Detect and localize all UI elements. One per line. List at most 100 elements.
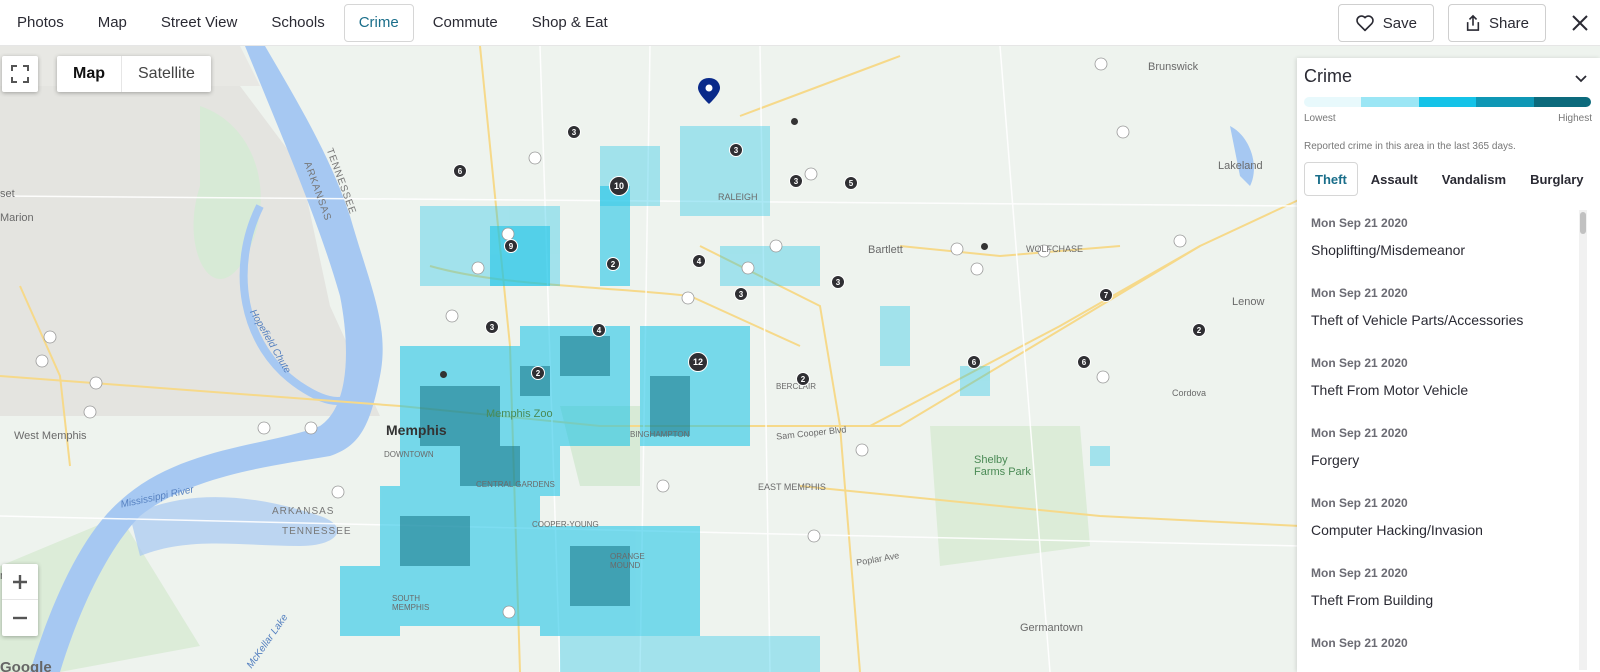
incident-item[interactable]: Mon Sep 21 2020 Theft From Building [1297,556,1600,626]
fullscreen-icon [11,65,29,83]
filter-tab-assault[interactable]: Assault [1360,162,1429,196]
label-raleigh: RALEIGH [718,192,758,202]
crime-count-marker[interactable]: 2 [796,372,810,386]
label-memphis: Memphis [386,422,447,438]
filter-tab-burglary[interactable]: Burglary [1519,162,1594,196]
crime-count-marker[interactable]: 12 [688,352,708,372]
incident-type: Computer Hacking/Invasion [1311,522,1483,538]
scrollbar-thumb[interactable] [1580,212,1586,234]
crime-filter-tabs: Theft Assault Vandalism Burglary [1304,162,1597,196]
save-button[interactable]: Save [1337,4,1434,42]
crime-count-marker[interactable]: 6 [453,164,467,178]
incident-item[interactable]: Mon Sep 21 2020 Shoplifting/Misdemeanor [1297,206,1600,276]
tab-schools[interactable]: Schools [256,4,339,42]
label-marion: Marion [0,212,34,224]
incident-type: Theft From Building [1311,592,1434,608]
incident-date: Mon Sep 21 2020 [1311,286,1408,300]
crime-count-marker[interactable]: 4 [592,323,606,337]
heart-icon [1355,15,1374,32]
zoom-in-button[interactable] [2,564,38,600]
label-lenow: Lenow [1232,296,1265,308]
zoom-out-button[interactable] [2,600,38,636]
label-brunswick: Brunswick [1148,61,1199,73]
crime-count-marker[interactable]: 3 [485,320,499,334]
incident-list-scrollbar[interactable] [1579,210,1587,670]
incident-item[interactable]: Mon Sep 21 2020 Theft of Vehicle Parts/A… [1297,276,1600,346]
label-cooper-young: COOPER-YOUNG [532,520,599,529]
crime-count-marker[interactable]: 3 [734,287,748,301]
tab-map[interactable]: Map [83,4,142,42]
share-icon [1466,14,1480,31]
label-arkansas-south: ARKANSAS [272,506,335,517]
label-central-gardens: CENTRAL GARDENS [476,480,555,489]
nav-tabs: Photos Map Street View Schools Crime Com… [0,0,627,45]
panel-title: Crime [1304,66,1352,86]
chevron-down-icon[interactable] [1575,72,1587,84]
zoom-control [2,564,38,636]
incident-list[interactable]: Mon Sep 21 2020 Shoplifting/Misdemeanor … [1297,206,1600,672]
crime-count-marker[interactable]: 7 [1099,288,1113,302]
incident-item[interactable]: Mon Sep 21 2020 Forgery [1297,416,1600,486]
crime-count-marker[interactable]: 3 [789,174,803,188]
label-west-memphis: West Memphis [14,430,87,442]
label-cordova: Cordova [1172,388,1207,398]
crime-count-marker[interactable]: 5 [844,176,858,190]
share-button[interactable]: Share [1447,4,1546,42]
legend-swatch [1533,97,1592,107]
fullscreen-button[interactable] [2,56,38,92]
incident-item[interactable]: Mon Sep 21 2020 [1297,626,1600,672]
crime-count-marker[interactable]: 3 [831,275,845,289]
incident-date: Mon Sep 21 2020 [1311,636,1408,650]
crime-count-marker[interactable]: 6 [967,355,981,369]
top-nav-bar: Photos Map Street View Schools Crime Com… [0,0,1600,46]
close-button[interactable] [1560,4,1600,42]
crime-dot-marker[interactable] [440,371,447,378]
label-berclair: BERCLAIR [776,382,817,391]
crime-count-marker[interactable]: 2 [1192,323,1206,337]
incident-item[interactable]: Mon Sep 21 2020 Theft From Motor Vehicle [1297,346,1600,416]
filter-tab-theft[interactable]: Theft [1304,162,1358,196]
tab-photos[interactable]: Photos [2,4,79,42]
close-icon [1572,15,1588,31]
tab-street-view[interactable]: Street View [146,4,252,42]
tab-shop-eat[interactable]: Shop & Eat [517,4,623,42]
label-tennessee-south: TENNESSEE [282,526,352,537]
label-orange-mound: ORANGE MOUND [610,552,645,570]
crime-count-marker[interactable]: 2 [606,257,620,271]
label-bartlett: Bartlett [868,244,903,256]
tab-crime[interactable]: Crime [343,3,414,42]
crime-count-marker[interactable]: 4 [692,254,706,268]
minus-icon [13,616,27,620]
label-downtown: DOWNTOWN [384,450,434,459]
label-set: set [0,188,15,200]
map-type-control: Map Satellite [57,56,211,92]
crime-count-marker[interactable]: 9 [504,239,518,253]
incident-type: Shoplifting/Misdemeanor [1311,242,1466,258]
crime-dot-marker[interactable] [981,243,988,250]
label-germantown: Germantown [1020,622,1083,634]
crime-count-marker[interactable]: 2 [531,366,545,380]
google-logo: Google [0,659,52,672]
map-type-satellite-button[interactable]: Satellite [121,56,211,92]
label-memphis-zoo: Memphis Zoo [486,408,553,420]
incident-date: Mon Sep 21 2020 [1311,566,1408,580]
incident-date: Mon Sep 21 2020 [1311,426,1408,440]
label-wolfchase: WOLFCHASE [1026,244,1084,254]
crime-count-marker[interactable]: 3 [567,125,581,139]
label-lakeland: Lakeland [1218,160,1263,172]
crime-dot-marker[interactable] [791,118,798,125]
crime-count-marker[interactable]: 10 [609,176,629,196]
save-label: Save [1382,14,1417,32]
legend-swatch [1304,97,1362,107]
map-type-map-button[interactable]: Map [57,56,121,92]
crime-count-marker[interactable]: 6 [1077,355,1091,369]
label-shelby-farms: Shelby Farms Park [974,454,1031,478]
filter-tab-vandalism[interactable]: Vandalism [1431,162,1517,196]
incident-date: Mon Sep 21 2020 [1311,496,1408,510]
incident-item[interactable]: Mon Sep 21 2020 Computer Hacking/Invasio… [1297,486,1600,556]
crime-legend-bar [1304,97,1592,107]
incident-type: Forgery [1311,452,1360,468]
tab-commute[interactable]: Commute [418,4,513,42]
crime-count-marker[interactable]: 3 [729,143,743,157]
legend-swatch [1476,97,1534,107]
